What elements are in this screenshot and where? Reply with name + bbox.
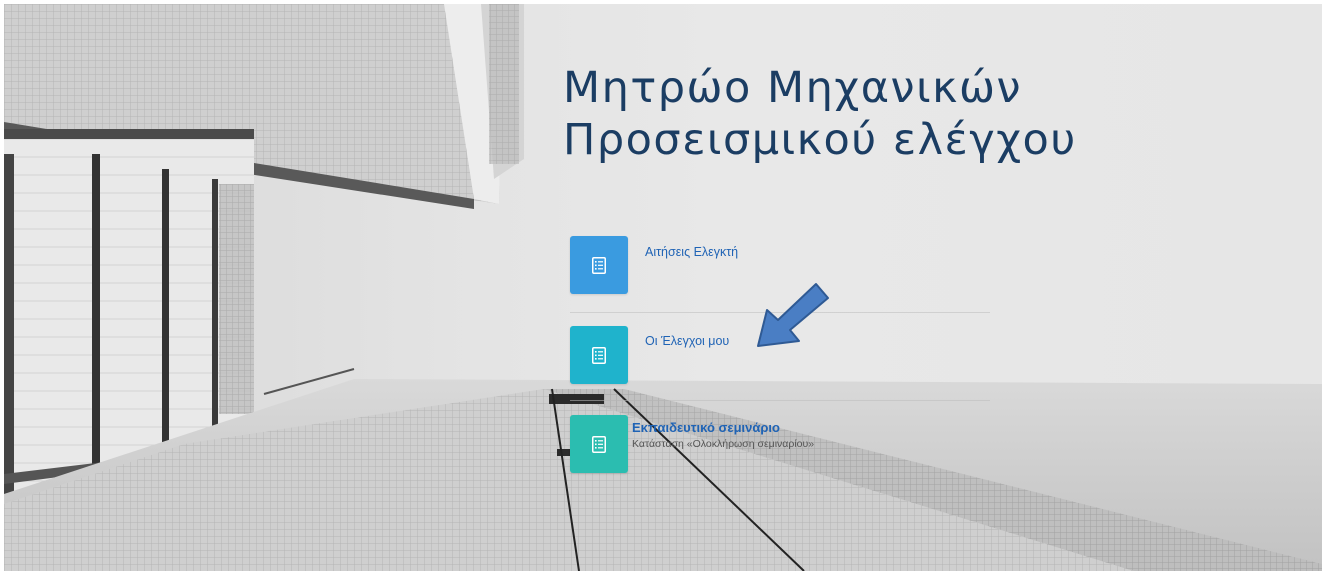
menu-label-applications[interactable]: Αιτήσεις Ελεγκτή: [645, 245, 738, 259]
menu-label-training-seminar[interactable]: Εκπαιδευτικό σεμινάριο: [632, 420, 780, 435]
document-list-icon: [592, 256, 606, 274]
document-list-icon: [592, 435, 606, 453]
menu-tile-training-seminar[interactable]: [570, 415, 628, 473]
page-title-line1: Μητρώο Μηχανικών: [563, 63, 1022, 113]
page-title-line2: Προσεισμικού ελέγχου: [563, 115, 1077, 165]
menu-sublabel-seminar-status: Κατάσταση «Ολοκλήρωση σεμιναρίου»: [632, 438, 815, 450]
page-title: Μητρώο Μηχανικών Προσεισμικού ελέγχου: [563, 62, 1077, 166]
arrow-pointer-icon: [757, 283, 829, 347]
menu-label-my-inspections[interactable]: Οι Έλεγχοι μου: [645, 334, 729, 348]
landing-page: Μητρώο Μηχανικών Προσεισμικού ελέγχου Αι…: [0, 0, 1326, 575]
menu-tile-my-inspections[interactable]: [570, 326, 628, 384]
menu-divider: [570, 400, 990, 401]
document-list-icon: [592, 346, 606, 364]
menu-item-training-seminar[interactable]: Εκπαιδευτικό σεμινάριο Κατάσταση «Ολοκλή…: [570, 415, 990, 473]
menu-tile-applications[interactable]: [570, 236, 628, 294]
